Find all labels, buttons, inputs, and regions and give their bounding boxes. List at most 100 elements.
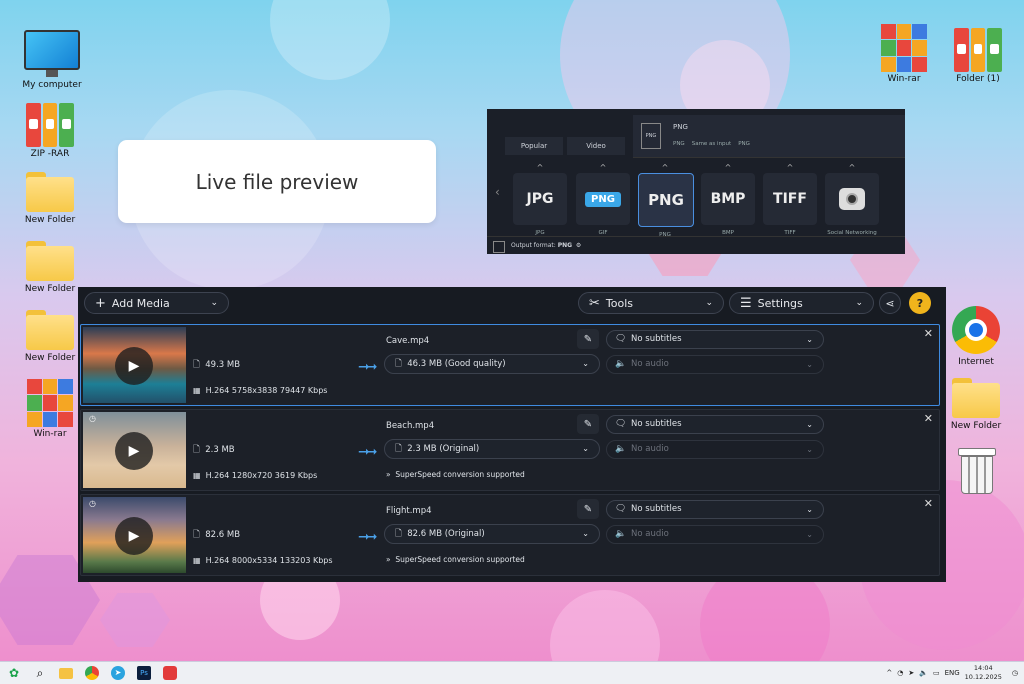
- file-row[interactable]: ▶ 🗋 49.3 MB ▦ H.264 5758x3838 79447 Kbps…: [80, 324, 940, 406]
- video-thumbnail[interactable]: ▶: [83, 327, 186, 403]
- desktop-icon-win-rar[interactable]: Win-rar: [867, 24, 941, 84]
- language-indicator[interactable]: ENG: [945, 669, 960, 677]
- play-icon[interactable]: ▶: [115, 432, 153, 470]
- chevron-down-icon: ⌄: [705, 298, 713, 308]
- play-icon[interactable]: ▶: [115, 517, 153, 555]
- source-codec: ▦ H.264 1280x720 3619 Kbps: [193, 471, 318, 480]
- desktop-icon-label: Internet: [958, 357, 994, 367]
- format-jpg[interactable]: ^ JPG JPG: [513, 163, 567, 236]
- chevron-down-icon: ⌄: [806, 420, 813, 429]
- video-thumbnail[interactable]: ◷ ▶: [83, 497, 186, 573]
- desktop-icon-new-folder[interactable]: New Folder: [13, 172, 87, 225]
- desktop-icon-my-computer[interactable]: My computer: [15, 30, 89, 90]
- output-size-select[interactable]: 🗋 82.6 MB (Original) ⌄: [384, 524, 600, 544]
- output-size-select[interactable]: 🗋 2.3 MB (Original) ⌄: [384, 439, 600, 459]
- desktop-icon-win-rar[interactable]: Win-rar: [13, 379, 87, 439]
- speech-bubble-icon: 🗨: [615, 504, 627, 514]
- add-media-button[interactable]: + Add Media ⌄: [84, 292, 229, 314]
- chevron-up-icon[interactable]: ^: [886, 669, 892, 677]
- png-file-icon: PNG: [641, 123, 661, 149]
- converter-window: + Add Media ⌄ ✂ Tools ⌄ ☰ Settings ⌄ ⋖ ?…: [78, 287, 946, 582]
- notification-icon[interactable]: ◷: [1012, 669, 1018, 677]
- file-name: Beach.mp4: [386, 421, 435, 431]
- output-size-select[interactable]: 🗋 46.3 MB (Good quality) ⌄: [384, 354, 600, 374]
- settings-button[interactable]: ☰ Settings ⌄: [729, 292, 874, 314]
- clock-icon: ◷: [89, 414, 96, 423]
- output-format-label: Output format:: [511, 242, 556, 249]
- format-label: PNG: [638, 173, 694, 227]
- edit-button[interactable]: ✎: [577, 329, 599, 349]
- edit-button[interactable]: ✎: [577, 499, 599, 519]
- audio-select[interactable]: 🔈 No audio ⌄: [606, 525, 824, 544]
- tools-icon: ✂: [589, 295, 600, 311]
- help-icon: ?: [916, 296, 924, 310]
- output-format-footer: Output format: PNG ⚙: [487, 236, 905, 254]
- video-thumbnail[interactable]: ◷ ▶: [83, 412, 186, 488]
- telegram-icon[interactable]: ➤: [108, 663, 128, 683]
- close-icon[interactable]: ✕: [924, 327, 933, 340]
- telegram-tray-icon[interactable]: ➤: [908, 669, 914, 677]
- desktop-icon-new-folder[interactable]: New Folder: [939, 378, 1013, 431]
- clock-icon: ◷: [89, 499, 96, 508]
- source-codec: ▦ H.264 8000x5334 133203 Kbps: [193, 556, 333, 565]
- chevron-up-icon: ^: [848, 163, 856, 172]
- conversion-note: » SuperSpeed conversion supported: [386, 555, 525, 564]
- audio-select[interactable]: 🔈 No audio ⌄: [606, 440, 824, 459]
- desktop-icon-zip-rar[interactable]: ZIP -RAR: [13, 103, 87, 159]
- tab-video[interactable]: Video: [567, 137, 625, 155]
- chevron-down-icon: ⌄: [210, 298, 218, 308]
- format-tooltip: PNG PNG PNG Same as input PNG: [633, 115, 905, 158]
- help-button[interactable]: ?: [909, 292, 931, 314]
- subtitles-select[interactable]: 🗨 No subtitles ⌄: [606, 330, 824, 349]
- chevron-up-icon: ^: [661, 163, 669, 172]
- desktop-icon-new-folder[interactable]: New Folder: [13, 310, 87, 363]
- format-png[interactable]: ^ PNG PNG: [638, 163, 694, 238]
- chevron-left-icon[interactable]: ‹: [495, 185, 500, 199]
- winrar-icon: [881, 24, 927, 72]
- desktop-icon-new-folder[interactable]: New Folder: [13, 241, 87, 294]
- desktop-icon-recycle-bin[interactable]: [939, 448, 1013, 494]
- audio-select[interactable]: 🔈 No audio ⌄: [606, 355, 824, 374]
- chevron-up-icon: ^: [599, 163, 607, 172]
- convert-arrow-icon: ➞➞: [358, 359, 378, 375]
- start-icon[interactable]: ✿: [4, 663, 24, 683]
- pencil-icon: ✎: [583, 418, 593, 430]
- photoshop-icon[interactable]: Ps: [134, 663, 154, 683]
- tools-button[interactable]: ✂ Tools ⌄: [578, 292, 724, 314]
- close-icon[interactable]: ✕: [924, 497, 933, 510]
- subtitles-select[interactable]: 🗨 No subtitles ⌄: [606, 415, 824, 434]
- close-icon[interactable]: ✕: [924, 412, 933, 425]
- chrome-taskbar-icon[interactable]: [82, 663, 102, 683]
- format-bmp[interactable]: ^ BMP BMP: [701, 163, 755, 236]
- desktop-icon-folder-1[interactable]: Folder (1): [941, 28, 1015, 84]
- file-row[interactable]: ◷ ▶ 🗋 2.3 MB ▦ H.264 1280x720 3619 Kbps …: [80, 409, 940, 491]
- format-gif[interactable]: ^ PNG GIF: [576, 163, 630, 236]
- file-explorer-icon[interactable]: [56, 663, 76, 683]
- chevron-down-icon: ⌄: [582, 359, 589, 368]
- plus-icon: +: [95, 295, 106, 311]
- battery-icon[interactable]: ▭: [933, 669, 940, 677]
- file-row[interactable]: ◷ ▶ 🗋 82.6 MB ▦ H.264 8000x5334 133203 K…: [80, 494, 940, 576]
- desktop-icon-internet[interactable]: Internet: [939, 306, 1013, 367]
- format-label: JPG: [513, 173, 567, 225]
- edit-button[interactable]: ✎: [577, 414, 599, 434]
- gear-icon[interactable]: ⚙: [574, 242, 581, 249]
- format-social-networking[interactable]: ^ Social Networking: [825, 163, 879, 236]
- format-tiff[interactable]: ^ TIFF TIFF: [763, 163, 817, 236]
- subtitles-select[interactable]: 🗨 No subtitles ⌄: [606, 500, 824, 519]
- chevron-up-icon: ^: [786, 163, 794, 172]
- app-icon[interactable]: [160, 663, 180, 683]
- chevron-down-icon: ⌄: [806, 530, 813, 539]
- tab-popular[interactable]: Popular: [505, 137, 563, 155]
- network-icon[interactable]: ◔: [897, 669, 903, 677]
- clock-time: 14:04: [973, 664, 993, 672]
- clock[interactable]: 14:04 10.12.2025: [965, 664, 1002, 682]
- binders-icon: [26, 103, 75, 147]
- share-button[interactable]: ⋖: [879, 292, 901, 314]
- search-icon[interactable]: ⌕: [30, 663, 50, 683]
- play-icon[interactable]: ▶: [115, 347, 153, 385]
- desktop-icon-label: New Folder: [950, 421, 1002, 431]
- volume-icon[interactable]: 🔈: [919, 669, 928, 677]
- convert-arrow-icon: ➞➞: [358, 529, 378, 545]
- settings-label: Settings: [757, 296, 803, 310]
